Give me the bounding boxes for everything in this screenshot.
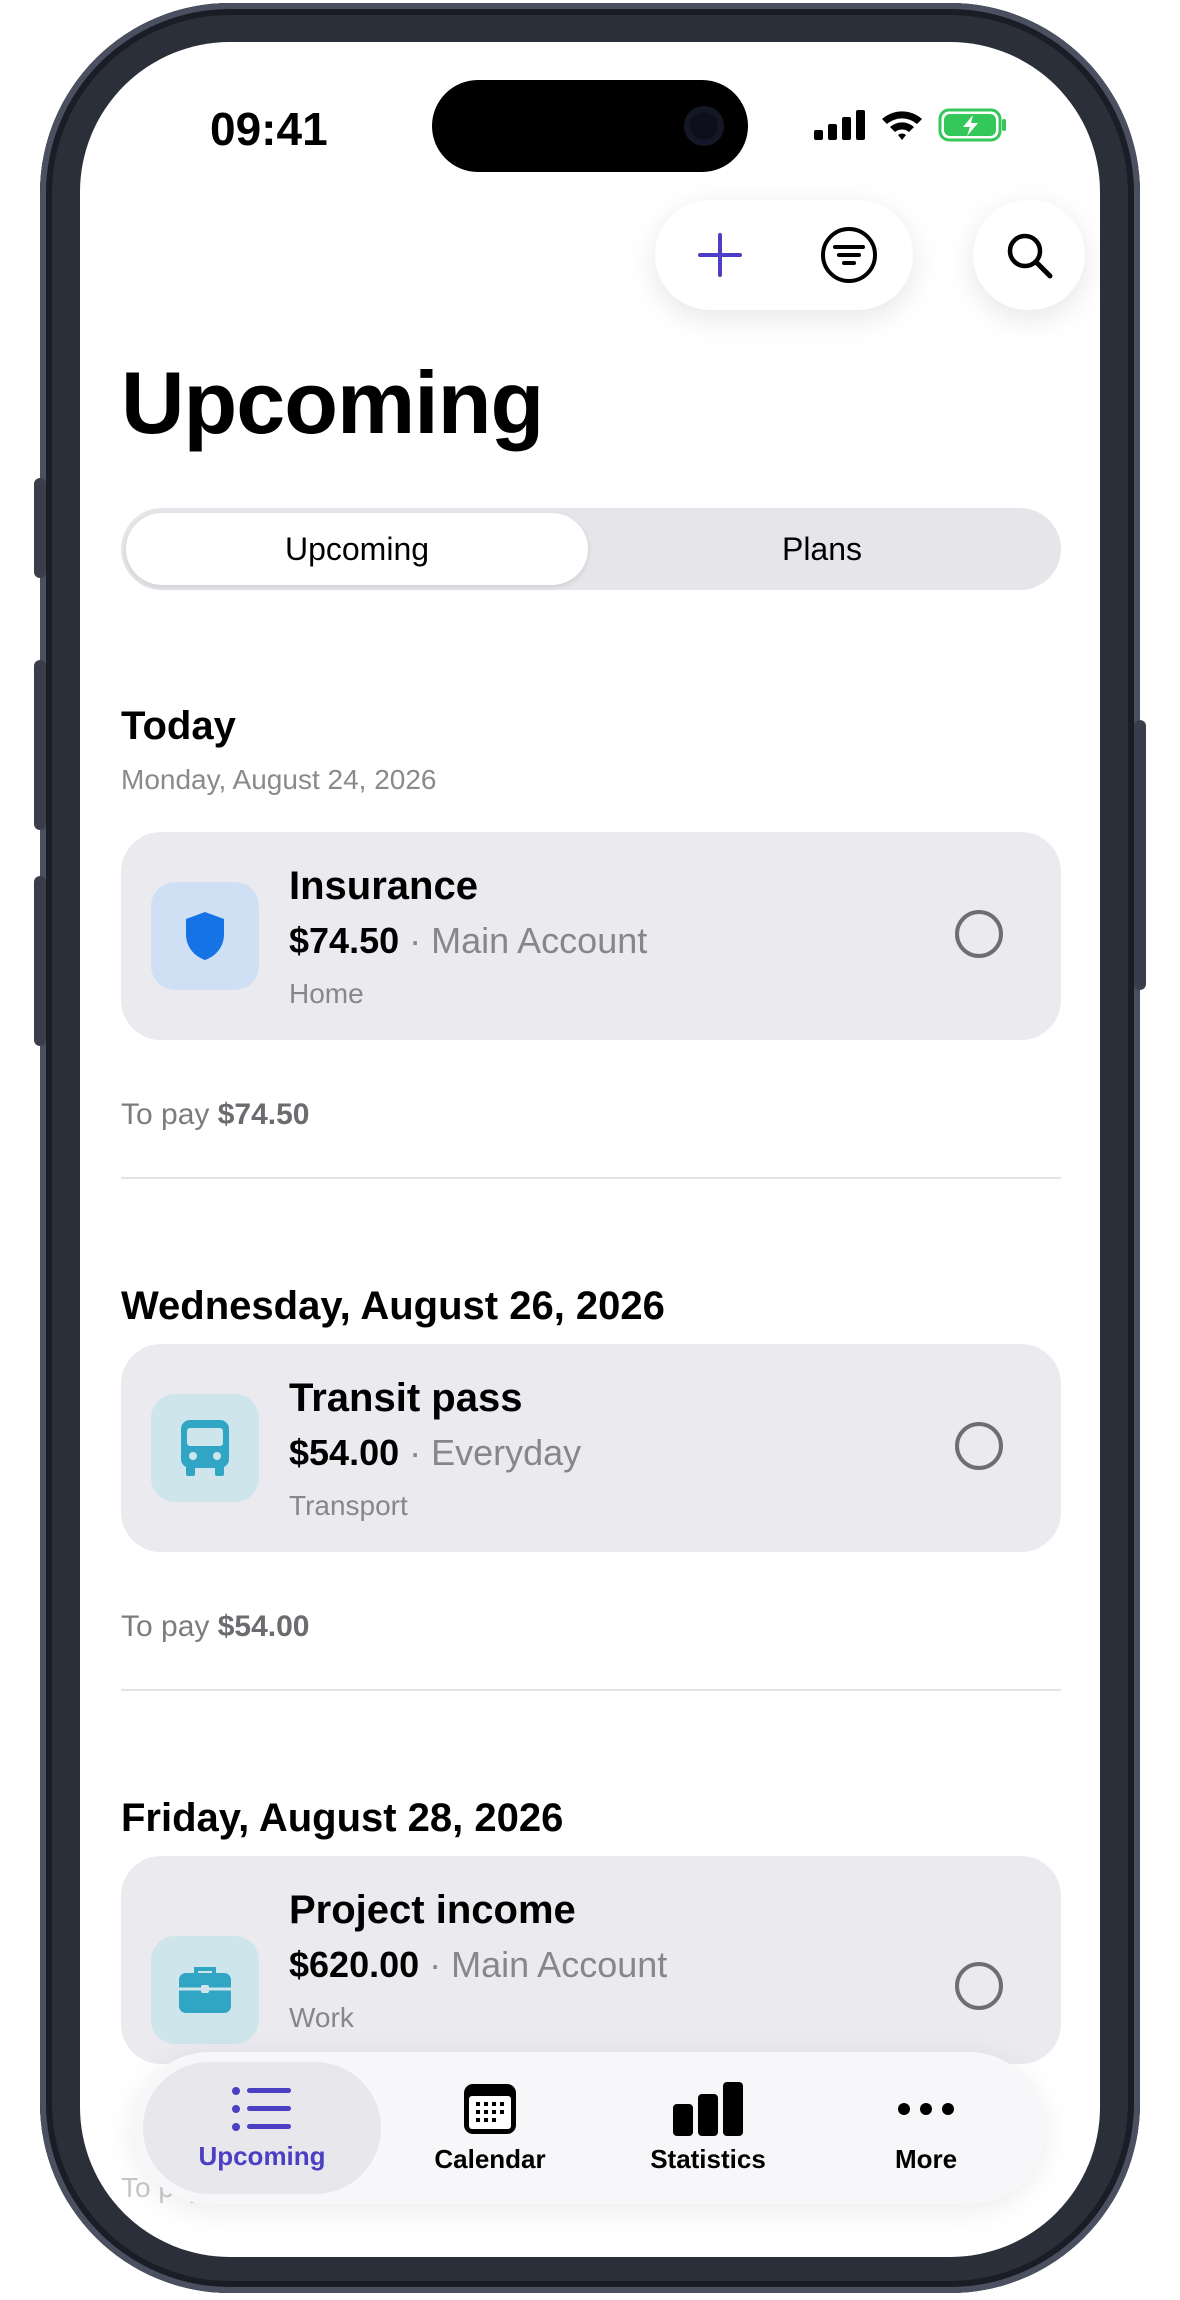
bus-icon — [181, 1420, 229, 1476]
shield-icon — [186, 912, 224, 960]
section-title-friday: Friday, August 28, 2026 — [121, 1796, 564, 1840]
mark-paid-checkbox[interactable] — [955, 1962, 1003, 2010]
item-amount: $54.00 — [289, 1432, 400, 1473]
item-account: Main Account — [431, 920, 648, 961]
more-icon — [898, 2102, 954, 2115]
divider — [121, 1177, 1061, 1179]
tab-statistics[interactable]: Statistics — [589, 2062, 827, 2194]
add-button[interactable] — [680, 215, 760, 295]
bar-chart-icon — [673, 2081, 743, 2136]
wifi-icon — [882, 111, 922, 140]
volume-up-button — [34, 660, 46, 830]
item-amount: $74.50 — [289, 920, 400, 961]
list-icon — [232, 2086, 291, 2131]
list-item-project-income[interactable]: Project income $620.00 · Main Account Wo… — [121, 1856, 1061, 2064]
item-name: Transit pass — [289, 1376, 523, 1420]
segment-upcoming[interactable]: Upcoming — [126, 513, 588, 585]
search-icon — [1007, 233, 1053, 279]
item-name: Project income — [289, 1888, 576, 1932]
section-date: Monday, August 24, 2026 — [121, 764, 437, 795]
to-pay-summary: To pay $74.50 — [121, 1098, 310, 1132]
filter-button[interactable] — [809, 215, 889, 295]
search-button[interactable] — [973, 200, 1085, 310]
item-separator: · — [399, 920, 432, 961]
tab-upcoming[interactable]: Upcoming — [143, 2062, 381, 2194]
segmented-control: Upcoming Plans — [121, 508, 1061, 590]
list-item-transit-pass[interactable]: Transit pass $54.00 · Everyday Transport — [121, 1344, 1061, 1552]
to-pay-label: To pay — [121, 1098, 210, 1131]
mark-paid-checkbox[interactable] — [955, 1422, 1003, 1470]
segment-plans[interactable]: Plans — [591, 513, 1053, 585]
item-amount-line: $54.00 · Everyday — [289, 1432, 581, 1474]
signal-icon — [814, 110, 865, 140]
item-account: Main Account — [451, 1944, 668, 1985]
item-amount: $620.00 — [289, 1944, 420, 1985]
power-button — [1134, 720, 1146, 990]
action-button — [34, 478, 46, 578]
section-title-wednesday: Wednesday, August 26, 2026 — [121, 1284, 665, 1328]
status-bar: 09:41 — [80, 42, 1100, 192]
battery-icon — [938, 108, 1006, 142]
divider — [121, 1689, 1061, 1691]
screen: 09:41 Upcoming Upcoming Plans Today Mond… — [80, 42, 1100, 2257]
tab-more[interactable]: More — [807, 2062, 1045, 2194]
calendar-icon — [464, 2083, 516, 2134]
status-icons — [814, 108, 1008, 142]
tab-label: Upcoming — [198, 2140, 326, 2171]
category-icon-tile — [151, 882, 259, 990]
tab-bar: Upcoming Calendar Statistics More — [133, 2052, 1045, 2204]
briefcase-icon — [179, 1967, 231, 2013]
item-name: Insurance — [289, 864, 478, 908]
to-pay-summary: To pay $54.00 — [121, 1610, 310, 1644]
item-category: Transport — [289, 1490, 408, 1521]
to-pay-value: $54.00 — [217, 1610, 310, 1643]
tab-label: Statistics — [650, 2143, 766, 2174]
dynamic-island — [432, 80, 748, 172]
volume-down-button — [34, 876, 46, 1046]
list-item-insurance[interactable]: Insurance $74.50 · Main Account Home — [121, 832, 1061, 1040]
item-amount-line: $620.00 · Main Account — [289, 1944, 667, 1986]
status-time: 09:41 — [210, 103, 328, 155]
tab-label: Calendar — [434, 2143, 546, 2174]
item-account: Everyday — [431, 1432, 582, 1473]
action-pill — [655, 200, 913, 310]
page-title: Upcoming — [121, 353, 544, 452]
section-title-today: Today — [121, 704, 236, 748]
category-icon-tile — [151, 1394, 259, 1502]
mark-paid-checkbox[interactable] — [955, 910, 1003, 958]
item-separator: · — [399, 1432, 432, 1473]
item-category: Work — [289, 2002, 354, 2033]
camera-icon — [684, 106, 724, 146]
to-pay-value: $74.50 — [217, 1098, 310, 1131]
to-pay-label: To pay — [121, 1610, 210, 1643]
filter-icon — [820, 227, 877, 283]
tab-label: More — [894, 2143, 958, 2174]
item-amount-line: $74.50 · Main Account — [289, 920, 647, 962]
category-icon-tile — [151, 1936, 259, 2044]
tab-calendar[interactable]: Calendar — [371, 2062, 609, 2194]
item-category: Home — [289, 978, 364, 1009]
plus-icon — [697, 233, 742, 277]
item-separator: · — [419, 1944, 452, 1985]
top-actions — [655, 200, 1085, 310]
